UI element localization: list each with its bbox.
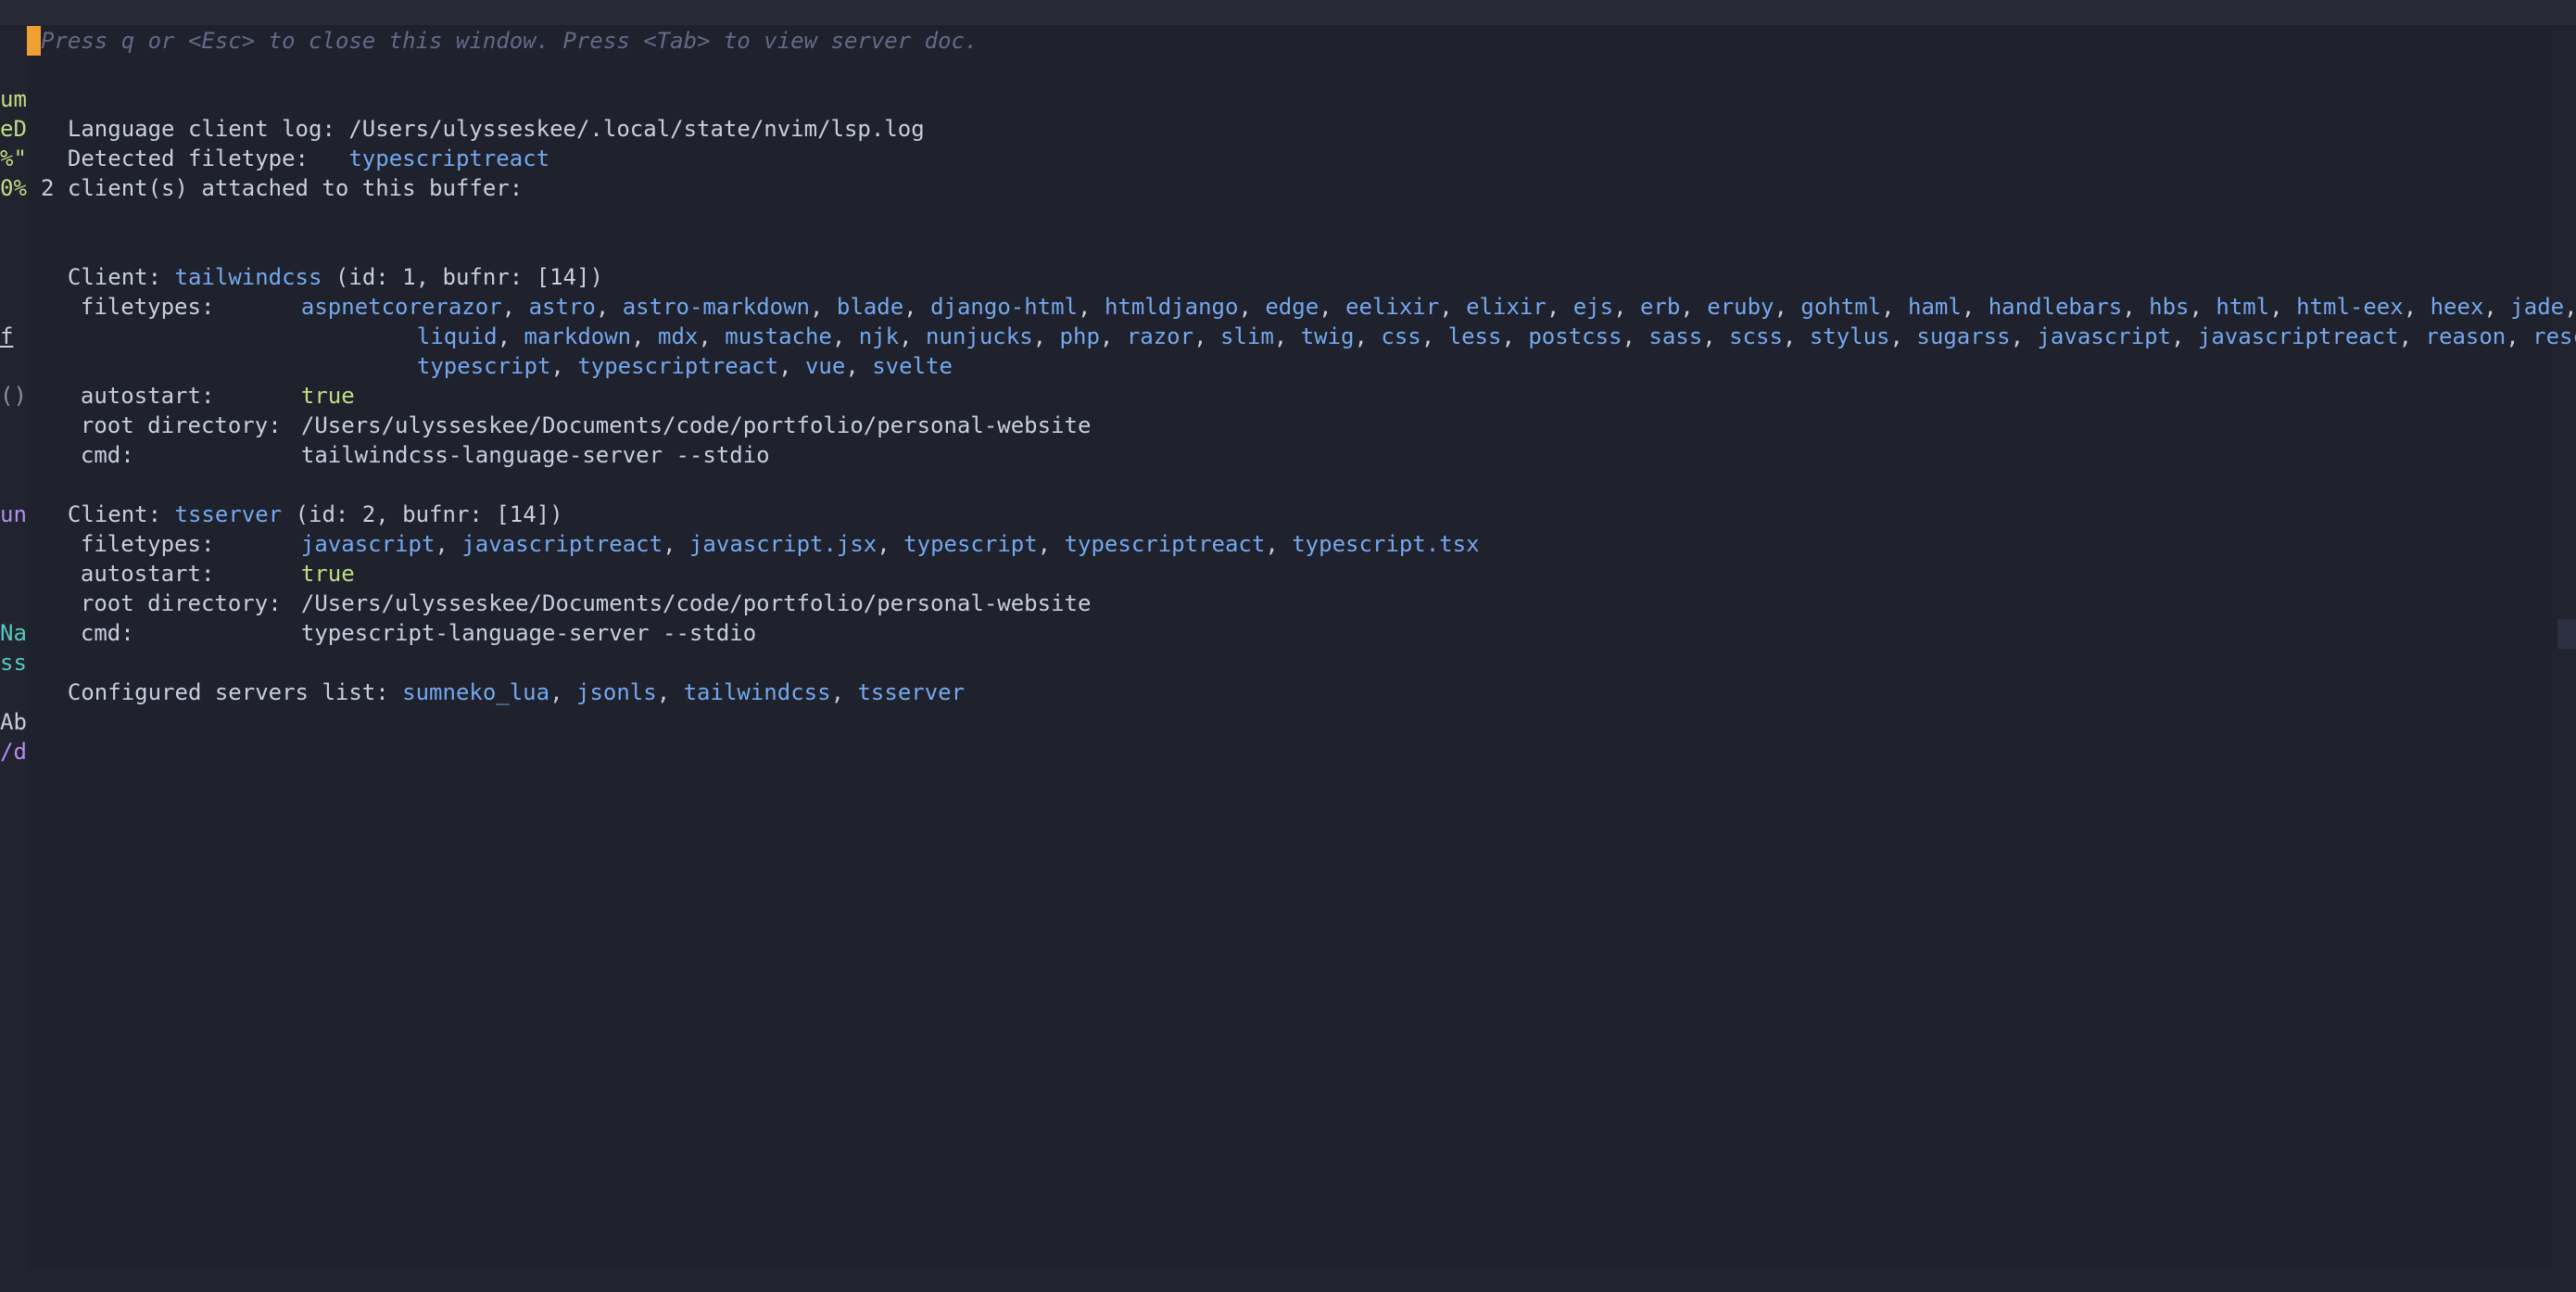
list-separator: , [1037,531,1065,557]
bg-fragment: ss [0,650,27,676]
filetype-item: css [1381,323,1421,349]
configured-servers-row: Configured servers list: sumneko_lua, js… [41,648,965,705]
autostart-row: autostart: true [41,529,355,587]
client-header: Client: tailwindcss (id: 1, bufnr: [14]) [41,233,603,290]
editor-top-strip [0,0,2576,25]
list-separator: , [830,679,858,705]
client-filetypes-row: typescript, typescriptreact, vue, svelte [390,322,953,379]
filetype-item: sugarss [1916,323,2011,349]
log-line: Language client log: /Users/ulysseskee/.… [41,84,925,142]
client-filetypes-row: filetypes: aspnetcorerazor, astro, astro-… [41,262,2576,320]
clients-attached: 2 client(s) attached to this buffer: [41,175,524,201]
cmd-row: cmd: tailwindcss-language-server --stdio [41,411,770,468]
bg-fragment: Na [0,620,27,646]
filetypes-list: typescript, typescriptreact, vue, svelte [417,353,953,379]
filetype-item: javascriptreact [461,531,663,557]
list-separator: , [1782,323,1810,349]
list-separator: , [1193,323,1220,349]
filetypes-list: javascript, javascriptreact, javascript.… [301,531,1480,557]
cmd-row: cmd: typescript-language-server --stdio [41,589,756,646]
filetype-item: razor [1126,323,1194,349]
list-separator: , [435,531,462,557]
bg-fragment: eD [0,116,27,142]
list-separator: , [2506,323,2533,349]
filetypes-label: filetypes: [80,294,215,320]
filetype-item: reason [2425,323,2507,349]
client-filetypes-row: liquid, markdown, mdx, mustache, njk, nu… [390,292,2576,349]
filetype-item: javascript [2037,323,2171,349]
bg-fragment: /d [0,739,27,765]
list-separator: , [1702,323,1730,349]
cmd-value: tailwindcss-language-server --stdio [300,442,770,468]
list-separator: , [1273,323,1301,349]
list-separator: , [550,353,578,379]
list-separator: , [549,679,576,705]
filetype-item: postcss [1528,323,1623,349]
filetype-item: typescriptreact [1064,531,1266,557]
filetype-line: Detected filetype: typescriptreact [41,114,549,171]
list-separator: , [656,679,684,705]
list-separator: , [1265,531,1293,557]
configured-server-item[interactable]: sumneko_lua [402,679,549,705]
filetype-label: Detected filetype: [67,146,309,171]
list-separator: , [2170,323,2198,349]
filetype-item: svelte [872,353,953,379]
list-separator: , [2398,323,2426,349]
bg-fragment: f [0,323,14,349]
configured-server-item[interactable]: tsserver [857,679,965,705]
list-separator: , [1889,323,1917,349]
filetype-item: php [1059,323,1100,349]
filetype-item: javascriptreact [2197,323,2399,349]
cmd-label: cmd: [80,620,134,646]
filetype-item: slim [1219,323,1274,349]
filetype-item: vue [804,353,846,379]
filetype-item: typescript [903,531,1038,557]
filetype-item: rescript [2532,323,2576,349]
configured-label: Configured servers list: [67,679,389,705]
configured-server-item[interactable]: tailwindcss [684,679,831,705]
filetype-item: stylus [1809,323,1890,349]
filetype-item: less [1447,323,1502,349]
window-hint: Press q or <Esc> to close this window. P… [41,28,979,54]
client-filetypes-row: filetypes: javascript, javascriptreact, j… [41,500,1480,557]
filetype-item: typescript [416,353,551,379]
filetype-item: javascript.jsx [688,531,878,557]
list-separator: , [1354,323,1382,349]
filetype-item: typescript.tsx [1292,531,1480,557]
root-row: root directory:/Users/ulysseskee/Documen… [41,559,1092,616]
bg-fragment: () [0,383,27,409]
list-separator: , [1622,323,1649,349]
list-separator: , [1501,323,1529,349]
configured-server-item[interactable]: jsonls [576,679,657,705]
filetype-value: typescriptreact [348,146,550,171]
filetype-item: typescriptreact [577,353,779,379]
bg-fragment: Ab [0,709,27,735]
bg-fragment: un [0,501,27,527]
configured-servers-list: sumneko_lua, jsonls, tailwindcss, tsserv… [402,679,965,705]
list-separator: , [778,353,805,379]
scrollbar-thumb[interactable] [2557,619,2576,649]
filetype-item: sass [1648,323,1703,349]
client-header: Client: tsserver (id: 2, bufnr: [14]) [41,470,563,527]
list-separator: , [2010,323,2038,349]
bg-fragment: %" [0,146,27,171]
list-separator: , [845,353,873,379]
list-separator: , [877,531,904,557]
list-separator: , [1032,323,1060,349]
autostart-row: autostart: true [41,351,355,409]
cmd-value: typescript-language-server --stdio [300,620,757,646]
filetype-item: scss [1729,323,1783,349]
filetype-item: twig [1300,323,1355,349]
list-separator: , [1099,323,1127,349]
list-separator: , [663,531,689,557]
root-row: root directory:/Users/ulysseskee/Documen… [41,381,1092,438]
bg-fragment: 0% [0,175,27,201]
cmd-label: cmd: [80,442,134,468]
text-cursor [27,26,41,56]
list-separator: , [1421,323,1448,349]
bg-fragment: um [0,86,27,112]
